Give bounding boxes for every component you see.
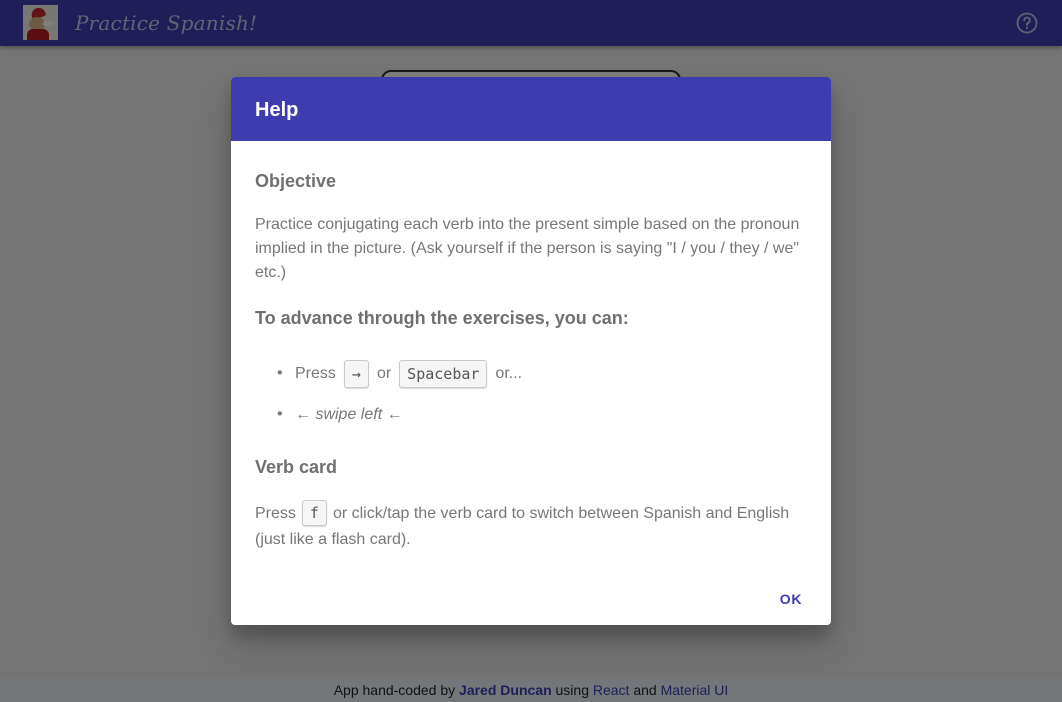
advance-list: Press → or Spacebar or... ← swipe left ← [255,353,811,435]
help-dialog: Help Objective Practice conjugating each… [231,77,831,625]
spacebar-key: Spacebar [399,359,488,388]
ok-button[interactable]: OK [771,585,811,613]
objective-heading: Objective [255,171,337,191]
list-item-press-keys: Press → or Spacebar or... [255,353,811,394]
press-label: Press [295,364,336,382]
verb-instructions: or click/tap the verb card to switch bet… [255,505,790,548]
right-arrow-key: → [343,359,369,388]
objective-text: Practice conjugating each verb into the … [255,216,800,281]
verb-press-label: Press [255,505,296,522]
advance-heading: To advance through the exercises, you ca… [255,308,629,328]
or-more-label: or... [495,364,523,382]
or-label: or [376,364,392,382]
verb-card-text: Press f or click/tap the verb card to swit… [255,500,811,553]
dialog-title: Help [231,77,831,141]
f-key: f [301,500,327,526]
list-item-swipe: ← swipe left ← [255,394,811,435]
swipe-label: ← swipe left ← [295,405,403,423]
verb-card-heading: Verb card [255,457,338,477]
